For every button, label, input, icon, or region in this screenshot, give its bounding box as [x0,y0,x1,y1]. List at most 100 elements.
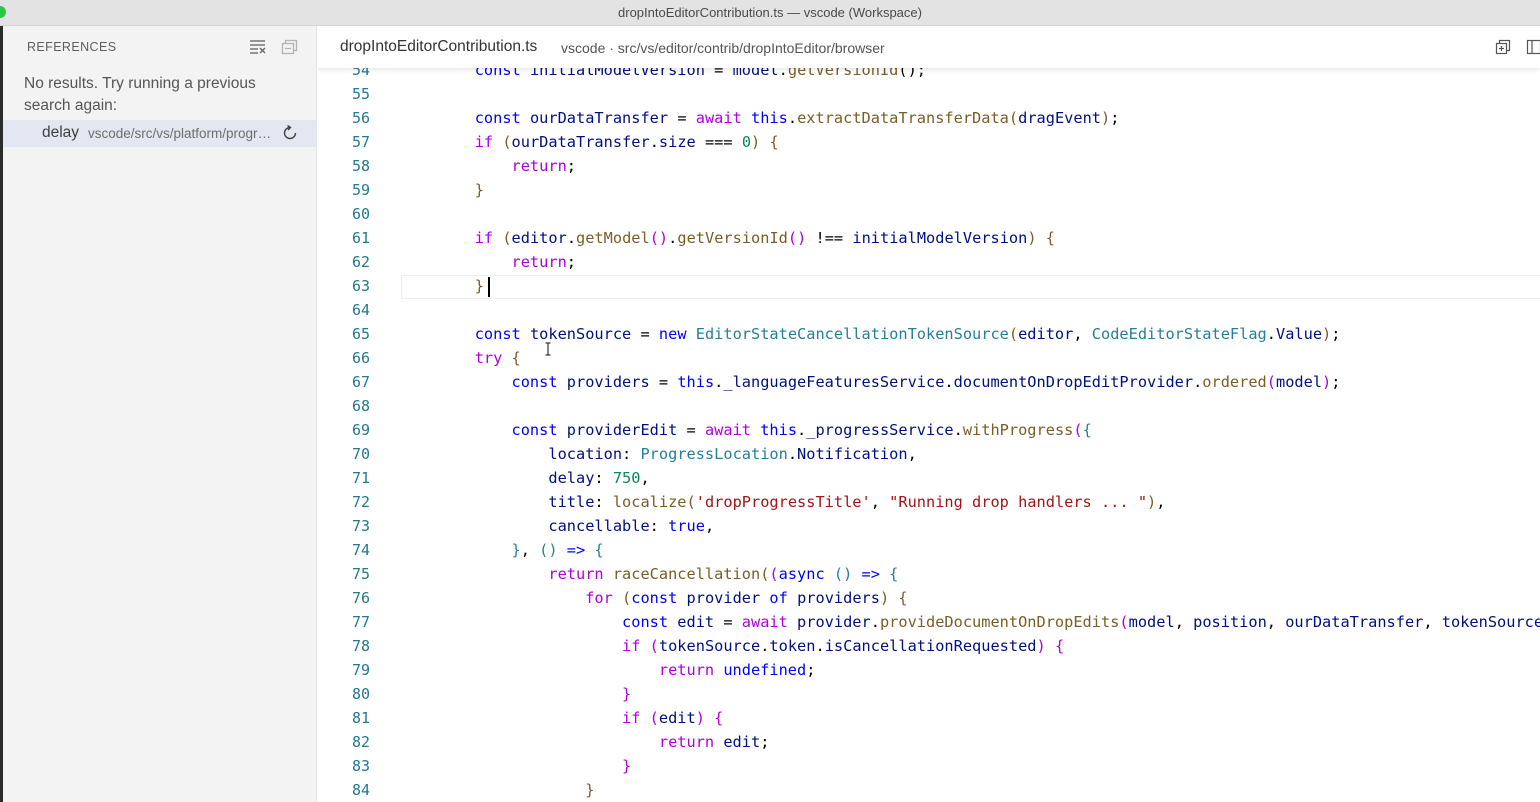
editor-tab-filename[interactable]: dropIntoEditorContribution.ts [340,38,537,56]
code-token: = [677,421,705,439]
line-number: 67 [351,373,370,391]
code-line[interactable]: 56 const ourDataTransfer = await this.ex… [318,106,1540,130]
history-item-delay[interactable]: delay vscode/src/vs/platform/progress/co… [3,120,317,147]
code-line[interactable]: 55 [318,82,1540,106]
code-line[interactable]: 84 } [318,778,1540,802]
split-editor-icon[interactable] [1525,38,1540,56]
code-token: tokenSource [1441,613,1540,631]
code-text: if (ourDataTransfer.size === 0) { [401,130,779,154]
code-line[interactable]: 81 if (edit) { [318,706,1540,730]
code-text: return undefined; [401,658,816,682]
code-line[interactable]: 75 return raceCancellation((async () => … [318,562,1540,586]
code-token: Notification [797,445,908,463]
clear-all-icon[interactable] [248,38,268,56]
code-line[interactable]: 71 delay: 750, [318,466,1540,490]
line-number: 55 [351,85,370,103]
code-token: ( [502,133,512,151]
code-token: getModel [576,229,650,247]
code-area[interactable]: 84 } 83 } 82 return edit; 81 if (edit) {80 … [318,26,1540,802]
code-token: { [898,589,908,607]
line-number: 83 [351,757,370,775]
code-token: } [474,181,484,199]
code-token: { [714,709,724,727]
open-changes-icon[interactable] [1494,38,1512,56]
code-token: = [631,325,659,343]
code-token: ( [1008,325,1019,343]
code-token: . [797,421,807,439]
code-token: const [622,613,678,631]
code-line[interactable]: 61 if (editor.getModel().getVersionId() … [318,226,1540,250]
code-token: () [539,541,558,559]
code-token: => [852,565,890,583]
code-line[interactable]: 60 [318,202,1540,226]
code-token: ( [1119,613,1129,631]
window-zoom-button[interactable] [0,6,6,18]
code-token: CodeEditorStateFlag [1091,325,1267,343]
code-line[interactable]: 69 const providerEdit = await this._prog… [318,418,1540,442]
code-token: for [585,589,623,607]
code-text: delay: 750, [401,466,649,490]
code-token: { [889,565,899,583]
code-line[interactable]: 72 title: localize('dropProgressTitle', … [318,490,1540,514]
line-number: 81 [351,709,370,727]
code-line[interactable]: 74 }, () => { [318,538,1540,562]
code-token: isCancellationRequested [824,637,1037,655]
code-token: , [520,541,540,559]
code-token: : [622,445,641,463]
line-number: 82 [351,733,370,751]
code-line[interactable]: 59 } [318,178,1540,202]
code-line[interactable]: 66 try { [318,346,1540,370]
code-text: cancellable: true, [401,514,714,538]
no-results-message: No results. Try running a previous searc… [24,75,256,114]
code-token: providerEdit [566,421,678,439]
code-text: if (edit) { [401,706,723,730]
code-line[interactable]: 67 const providers = this._languageFeatu… [318,370,1540,394]
code-token: tokenSource [658,637,761,655]
code-token: 0 [741,133,752,151]
code-token: ; [1110,109,1120,127]
code-token: cancellable [548,517,650,535]
code-token: . [566,229,577,247]
code-line[interactable]: 64 [318,298,1540,322]
code-line[interactable]: 62 return; [318,250,1540,274]
history-item-path: vscode/src/vs/platform/progress/common/p… [88,126,274,141]
code-line[interactable]: 80 } [318,682,1540,706]
code-token: } [622,685,632,703]
code-line[interactable]: 68 [318,394,1540,418]
line-number: 80 [351,685,370,703]
code-line[interactable]: 78 if (tokenSource.token.isCancellationR… [318,634,1540,658]
code-line[interactable]: 65 const tokenSource = new EditorStateCa… [318,322,1540,346]
code-line[interactable]: 73 cancellable: true, [318,514,1540,538]
code-token: withProgress [962,421,1074,439]
code-text: } [401,178,484,202]
code-line[interactable]: 83 } [318,754,1540,778]
collapse-all-icon[interactable] [280,38,300,56]
code-line[interactable]: 77 const edit = await provider.provideDo… [318,610,1540,634]
code-line[interactable]: 76 for (const provider of providers) { [318,586,1540,610]
code-text: if (editor.getModel().getVersionId() !==… [401,226,1055,250]
code-text: const providers = this._languageFeatures… [401,370,1341,394]
sidebar-title: REFERENCES [27,40,117,54]
code-text: if (tokenSource.token.isCancellationRequ… [401,634,1064,658]
refresh-icon[interactable] [281,124,299,142]
code-line[interactable]: 58 return; [318,154,1540,178]
code-token: = [668,109,696,127]
code-line[interactable]: 57 if (ourDataTransfer.size === 0) { [318,130,1540,154]
code-line[interactable]: 79 return undefined; [318,658,1540,682]
code-token: { [1082,421,1092,439]
code-token: this [677,373,715,391]
line-number: 68 [351,397,370,415]
code-token: await [741,613,798,631]
code-line[interactable]: 70 location: ProgressLocation.Notificati… [318,442,1540,466]
code-line[interactable]: 82 return edit; [318,730,1540,754]
